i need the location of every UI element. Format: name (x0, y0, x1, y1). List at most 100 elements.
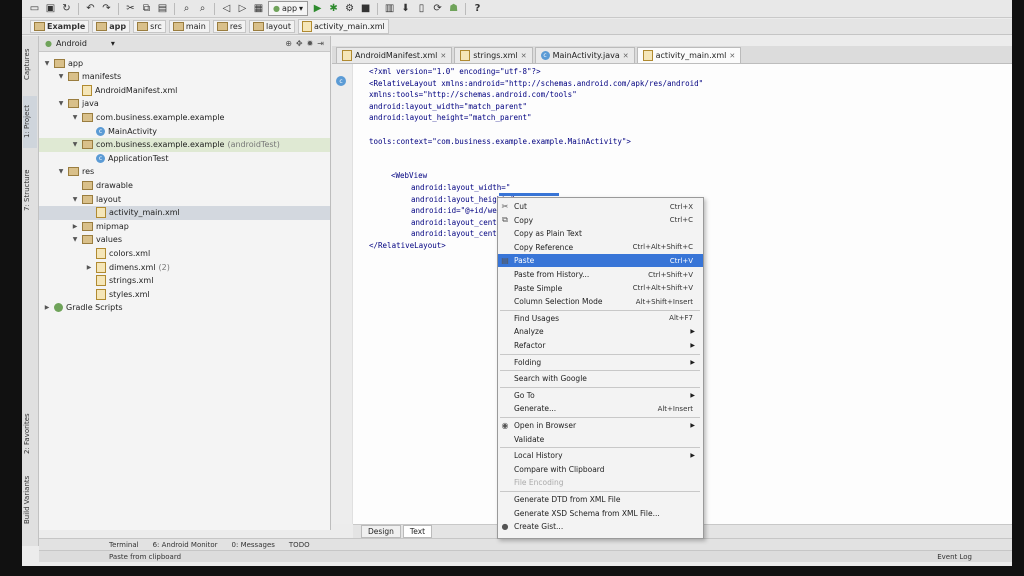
breadcrumb-item[interactable]: Example (30, 20, 90, 33)
collapse-arrow-icon[interactable]: ▶ (43, 304, 51, 311)
side-tab-project[interactable]: 1: Project (23, 96, 37, 148)
expand-arrow-icon[interactable]: ▼ (57, 168, 65, 175)
editor-tab[interactable]: AndroidManifest.xml ✕ (336, 47, 453, 63)
tab-design[interactable]: Design (361, 525, 401, 538)
menu-item-cut[interactable]: ✂ Cut Ctrl+X (498, 200, 703, 213)
tree-item[interactable]: ▼ manifests (57, 70, 121, 84)
tree-item[interactable]: c MainActivity (85, 124, 157, 138)
menu-item-open-in-browser[interactable]: ◉ Open in Browser ▶ (498, 419, 703, 432)
avd-manager-icon[interactable]: ▯ (415, 2, 428, 15)
collapse-arrow-icon[interactable]: ▶ (71, 223, 79, 230)
project-structure-icon[interactable]: ▥ (383, 2, 396, 15)
tree-item[interactable]: activity_main.xml (85, 206, 180, 220)
expand-arrow-icon[interactable]: ▼ (71, 196, 79, 203)
run-icon[interactable]: ▶ (311, 2, 324, 15)
tree-item[interactable]: ▼ values (71, 233, 122, 247)
tree-item[interactable]: ▼ app (43, 56, 83, 70)
menu-item-create-gist[interactable]: ● Create Gist... (498, 520, 703, 533)
side-tab-captures[interactable]: Captures (23, 40, 37, 88)
breadcrumb-item[interactable]: main (168, 20, 210, 33)
tree-item[interactable]: ▼ res (57, 165, 94, 179)
tree-item[interactable]: ▼ java (57, 97, 99, 111)
breadcrumb-item[interactable]: activity_main.xml (297, 19, 389, 34)
close-icon[interactable]: ✕ (729, 52, 735, 60)
editor-tab[interactable]: c MainActivity.java ✕ (534, 47, 635, 63)
menu-item-copy-reference[interactable]: Copy Reference Ctrl+Alt+Shift+C (498, 241, 703, 254)
close-icon[interactable]: ✕ (521, 52, 527, 60)
menu-item-search-with-google[interactable]: Search with Google (498, 372, 703, 385)
attach-debugger-icon[interactable]: ⚙ (343, 2, 356, 15)
hide-icon[interactable]: ⇥ (317, 39, 324, 48)
cut-icon[interactable]: ✂ (124, 2, 137, 15)
project-view-select[interactable]: Android (56, 39, 87, 48)
menu-item-compare-with-clipboard[interactable]: Compare with Clipboard (498, 463, 703, 476)
tree-item[interactable]: colors.xml (85, 246, 150, 260)
breadcrumb-item[interactable]: layout (249, 20, 295, 33)
copy-icon[interactable]: ⧉ (140, 2, 153, 15)
redo-icon[interactable]: ↷ (100, 2, 113, 15)
run-config-select[interactable]: ● app ▾ (268, 1, 309, 16)
menu-item-paste-simple[interactable]: Paste Simple Ctrl+Alt+Shift+V (498, 282, 703, 295)
side-tab-favorites[interactable]: 2: Favorites (23, 406, 37, 462)
expand-arrow-icon[interactable]: ▼ (57, 100, 65, 107)
debug-icon[interactable]: ✱ (327, 2, 340, 15)
menu-item-paste-from-history[interactable]: Paste from History... Ctrl+Shift+V (498, 268, 703, 281)
replace-icon[interactable]: ⌕ (196, 2, 209, 15)
sdk-manager-icon[interactable]: ⬇ (399, 2, 412, 15)
tool-android-monitor[interactable]: 6: Android Monitor (153, 541, 218, 549)
tab-text[interactable]: Text (402, 525, 433, 538)
close-icon[interactable]: ✕ (623, 52, 629, 60)
tool-messages[interactable]: 0: Messages (232, 541, 275, 549)
side-tab-build-variants[interactable]: Build Variants (23, 470, 37, 530)
tree-item[interactable]: ▶ dimens.xml (2) (85, 260, 170, 274)
menu-item-copy[interactable]: ⧉ Copy Ctrl+C (498, 214, 703, 227)
stop-icon[interactable]: ■ (359, 2, 372, 15)
help-icon[interactable]: ? (471, 2, 484, 15)
gradle-sync-icon[interactable]: ⟳ (431, 2, 444, 15)
back-icon[interactable]: ◁ (220, 2, 233, 15)
editor-tab[interactable]: activity_main.xml ✕ (636, 47, 742, 63)
menu-item-generate-dtd-from-xml-file[interactable]: Generate DTD from XML File (498, 493, 703, 506)
tree-item[interactable]: ▶ Gradle Scripts (43, 301, 123, 315)
find-icon[interactable]: ⌕ (180, 2, 193, 15)
breadcrumb-item[interactable]: res (212, 20, 247, 33)
expand-arrow-icon[interactable]: ▼ (71, 236, 79, 243)
collapse-arrow-icon[interactable]: ▶ (85, 264, 93, 271)
save-icon[interactable]: ▣ (44, 2, 57, 15)
menu-item-copy-as-plain-text[interactable]: Copy as Plain Text (498, 227, 703, 240)
undo-icon[interactable]: ↶ (84, 2, 97, 15)
tree-item[interactable]: ▼ com.business.example.example (androidTes… (71, 138, 280, 152)
scroll-from-source-icon[interactable]: ✥ (296, 39, 303, 48)
expand-arrow-icon[interactable]: ▼ (43, 60, 51, 67)
expand-arrow-icon[interactable]: ▼ (71, 141, 79, 148)
menu-item-generate[interactable]: Generate... Alt+Insert (498, 402, 703, 415)
breadcrumb-item[interactable]: app (92, 20, 131, 33)
sync-icon[interactable]: ⊕ (285, 39, 292, 48)
paste-icon[interactable]: ▤ (156, 2, 169, 15)
android-device-monitor-icon[interactable]: ☗ (447, 2, 460, 15)
menu-item-go-to[interactable]: Go To ▶ (498, 389, 703, 402)
breadcrumb-item[interactable]: src (133, 20, 166, 33)
menu-item-paste[interactable]: ▤ Paste Ctrl+V (498, 254, 703, 268)
close-icon[interactable]: ✕ (440, 52, 446, 60)
tree-item[interactable]: AndroidManifest.xml (71, 83, 177, 97)
chevron-down-icon[interactable]: ▾ (111, 39, 115, 48)
tool-todo[interactable]: TODO (289, 541, 310, 549)
menu-item-analyze[interactable]: Analyze ▶ (498, 325, 703, 338)
menu-item-find-usages[interactable]: Find Usages Alt+F7 (498, 312, 703, 325)
menu-item-validate[interactable]: Validate (498, 433, 703, 446)
tree-item[interactable]: drawable (71, 178, 133, 192)
tree-item[interactable]: ▼ com.business.example.example (71, 110, 224, 124)
expand-arrow-icon[interactable]: ▼ (71, 114, 79, 121)
editor-tab[interactable]: strings.xml ✕ (454, 47, 533, 63)
event-log-button[interactable]: Event Log (937, 553, 972, 561)
menu-item-local-history[interactable]: Local History ▶ (498, 449, 703, 462)
tool-terminal[interactable]: Terminal (109, 541, 139, 549)
make-icon[interactable]: ▦ (252, 2, 265, 15)
tree-item[interactable]: ▶ mipmap (71, 219, 129, 233)
tree-item[interactable]: c ApplicationTest (85, 151, 168, 165)
menu-item-column-selection-mode[interactable]: Column Selection Mode Alt+Shift+Insert (498, 295, 703, 308)
sync-icon[interactable]: ↻ (60, 2, 73, 15)
side-tab-structure[interactable]: 7: Structure (23, 160, 37, 220)
menu-item-generate-xsd-schema-from-xml-file[interactable]: Generate XSD Schema from XML File... (498, 507, 703, 520)
